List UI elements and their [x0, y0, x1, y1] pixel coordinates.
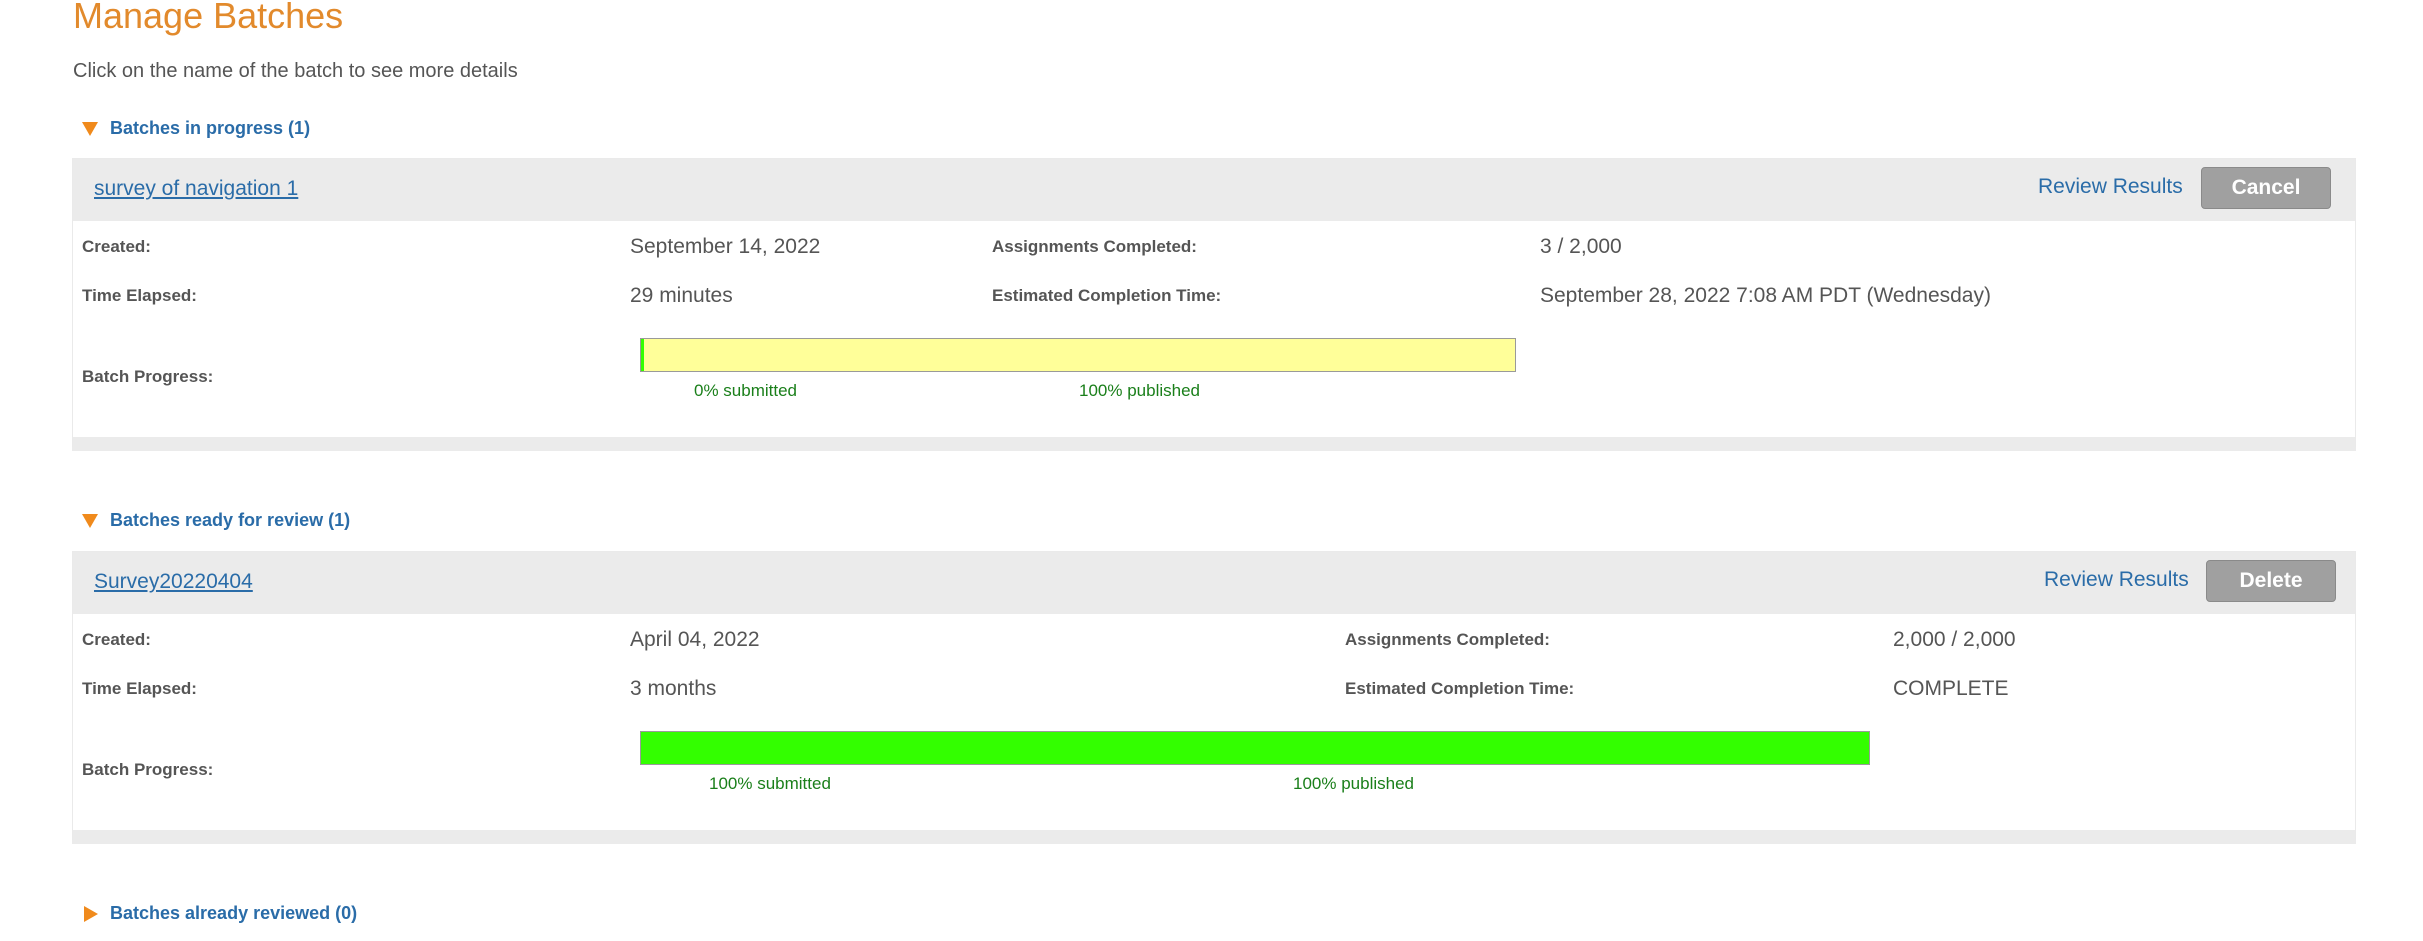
published-percent-text: 100% published	[1079, 381, 1200, 400]
estimated-completion-value: September 28, 2022 7:08 AM PDT (Wednesda…	[1540, 284, 1991, 307]
published-percent-text: 100% published	[1293, 774, 1414, 793]
assignments-completed-label: Assignments Completed:	[992, 237, 1197, 256]
page-title: Manage Batches	[73, 0, 344, 36]
submitted-percent-text: 100% submitted	[709, 774, 831, 793]
triangle-down-icon	[82, 121, 98, 136]
estimated-completion-value: COMPLETE	[1893, 677, 2009, 700]
batch-panel-in-progress: survey of navigation 1 Review Results Ca…	[72, 158, 2356, 451]
time-elapsed-label: Time Elapsed:	[82, 679, 197, 698]
assignments-completed-value: 3 / 2,000	[1540, 235, 1622, 258]
assignments-completed-label: Assignments Completed:	[1345, 630, 1550, 649]
batch-panel-ready-for-review: Survey20220404 Review Results Delete Cre…	[72, 551, 2356, 844]
estimated-completion-label: Estimated Completion Time:	[992, 286, 1222, 305]
triangle-down-icon	[82, 513, 98, 528]
submitted-fill	[641, 339, 644, 371]
batch-progress-label: Batch Progress:	[82, 367, 214, 386]
created-label: Created:	[82, 630, 151, 649]
created-label: Created:	[82, 237, 151, 256]
time-elapsed-value: 29 minutes	[630, 284, 733, 307]
batch-progress-bar	[640, 338, 1516, 372]
time-elapsed-label: Time Elapsed:	[82, 286, 197, 305]
created-value: September 14, 2022	[630, 235, 821, 258]
section-heading-in-progress: Batches in progress (1)	[110, 118, 311, 138]
section-heading-ready-for-review: Batches ready for review (1)	[110, 510, 351, 530]
section-heading-already-reviewed: Batches already reviewed (0)	[110, 903, 358, 923]
estimated-completion-label: Estimated Completion Time:	[1345, 679, 1575, 698]
created-value: April 04, 2022	[630, 628, 760, 651]
submitted-fill	[641, 732, 1869, 764]
batch-header: survey of navigation 1 Review Results Ca…	[73, 159, 2355, 221]
review-results-link[interactable]: Review Results	[2038, 175, 2183, 199]
batch-name-link[interactable]: Survey20220404	[94, 570, 253, 594]
section-toggle-already-reviewed[interactable]: Batches already reviewed (0)	[82, 903, 357, 924]
batch-progress-label: Batch Progress:	[82, 760, 214, 779]
page-subtitle: Click on the name of the batch to see mo…	[73, 60, 518, 82]
cancel-button[interactable]: Cancel	[2201, 167, 2331, 209]
batch-progress-bar	[640, 731, 1870, 765]
review-results-link[interactable]: Review Results	[2044, 568, 2189, 592]
submitted-percent-text: 0% submitted	[694, 381, 797, 400]
section-toggle-in-progress[interactable]: Batches in progress (1)	[82, 118, 310, 139]
delete-button[interactable]: Delete	[2206, 560, 2336, 602]
assignments-completed-value: 2,000 / 2,000	[1893, 628, 2016, 651]
batch-name-link[interactable]: survey of navigation 1	[94, 177, 298, 201]
batch-header: Survey20220404 Review Results Delete	[73, 552, 2355, 614]
time-elapsed-value: 3 months	[630, 677, 717, 700]
published-fill	[641, 339, 1515, 371]
section-toggle-ready-for-review[interactable]: Batches ready for review (1)	[82, 510, 350, 531]
triangle-right-icon	[84, 905, 98, 922]
